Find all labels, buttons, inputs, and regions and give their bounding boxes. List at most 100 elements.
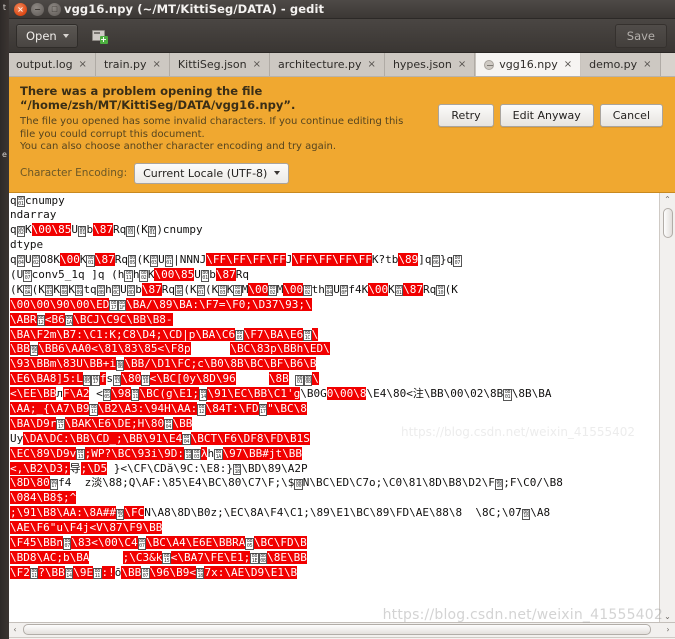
tab-kittiseg-json[interactable]: KittiSeg.json × — [169, 53, 270, 76]
retry-button[interactable]: Retry — [438, 104, 494, 127]
text-line: (U 80 07 conv5_1q ]q (h 80 11 h 80 02 K\00\85U 80 0… — [10, 267, 657, 283]
horizontal-scrollbar-thumb[interactable] — [23, 624, 651, 635]
cancel-button[interactable]: Cancel — [599, 104, 663, 127]
tab-label: demo.py — [589, 58, 638, 71]
control-char-glyph: 88 05 — [235, 329, 244, 342]
invalid-char-highlight: \BD8\AC;b\BA — [10, 550, 90, 564]
text-run: U — [25, 253, 32, 267]
text-run: s — [106, 372, 113, 386]
save-button[interactable]: Save — [614, 24, 667, 48]
new-document-icon: + — [91, 29, 108, 44]
text-run: h — [132, 267, 140, 281]
invalid-char-highlight: \E6\BA8]5:L — [10, 372, 83, 386]
invalid-char-highlight: \BA\F2m\B7:\C1:K;C8\D4;\CD|p\BA\C6 — [10, 327, 236, 341]
character-encoding-select[interactable]: Current Locale (UTF-8) — [134, 162, 290, 184]
tab-close-icon[interactable]: × — [153, 59, 161, 70]
edit-anyway-button[interactable]: Edit Anyway — [499, 104, 594, 127]
close-window-button[interactable]: × — [14, 3, 27, 16]
text-run: \BC\89\FD\AE\88\8 — [349, 506, 463, 520]
control-char-glyph: 88 08 — [303, 374, 313, 386]
text-line: \F45\BBn 88 07 \83<\00\C4 88 07 \BC\A4\E6E\BBR… — [10, 535, 657, 551]
control-char-glyph: 80 07 — [453, 255, 462, 267]
character-encoding-row: Character Encoding: Current Locale (UTF-… — [20, 162, 665, 184]
invalid-char-highlight: \84T:\FD — [205, 401, 259, 415]
control-char-glyph: 88 1C — [303, 329, 312, 342]
vertical-scrollbar-thumb[interactable] — [663, 207, 673, 238]
invalid-char-highlight: \00\85 — [31, 223, 72, 237]
tab-close-icon[interactable]: × — [253, 59, 261, 70]
text-run: (K — [183, 282, 197, 296]
invalid-char-highlight: ;\91\B8\AA:\8A## — [10, 506, 116, 520]
minimize-window-button[interactable]: − — [31, 3, 44, 16]
invalid-char-highlight: \8E\BB — [267, 550, 307, 564]
invalid-char-highlight: <\BA7\FE\E1; — [170, 550, 251, 564]
control-char-glyph: 80 08 — [233, 285, 242, 297]
tab-architecture-py[interactable]: architecture.py × — [269, 53, 385, 76]
invalid-char-highlight: \F7\BA\E6 — [243, 327, 304, 341]
control-char-glyph: 88 14 — [64, 568, 74, 580]
text-run: \B0G — [300, 387, 327, 401]
invalid-char-highlight: 0\00\8 — [326, 387, 367, 401]
window-title: vgg16.npy (~/MT/KittiSeg/DATA) - gedit — [64, 2, 325, 16]
control-char-glyph: 80 03 — [126, 225, 135, 237]
tab-vgg16-npy[interactable]: vgg16.npy × — [475, 53, 582, 76]
text-view[interactable]: q 80 01 cnumpy ndarray q 80 02 K\00\85U 80 01 b\87R… — [8, 193, 657, 581]
scroll-down-icon[interactable]: ⌄ — [660, 610, 675, 622]
text-run: K — [68, 282, 76, 296]
tab-close-icon[interactable]: × — [643, 59, 651, 70]
text-run: K — [388, 282, 395, 296]
text-line: \93\BBm\83U\BB+i 88 0B \BB/\D1\FC;c\B0\8B\B… — [10, 357, 657, 372]
infobar-buttons: Retry Edit Anyway Cancel — [438, 84, 665, 127]
text-line: <\EE\BBлF\A2 <88 05 \98 88 11 \BC(g\E1; 88 14 \9… — [10, 387, 657, 402]
invalid-char-highlight: \87 — [94, 253, 115, 267]
text-run: U — [71, 223, 79, 237]
control-char-glyph: 88 1C — [89, 404, 98, 416]
open-button-label: Open — [26, 29, 57, 43]
invalid-char-highlight: \ — [311, 327, 319, 341]
text-run: )cnumpy — [156, 223, 203, 237]
tab-close-icon[interactable]: × — [79, 59, 87, 70]
control-char-glyph: 88 16 — [141, 374, 150, 386]
invalid-char-highlight: \BB — [172, 416, 193, 430]
tab-output-log[interactable]: output.log × — [8, 53, 96, 76]
control-char-glyph: 88 03 — [192, 449, 201, 461]
control-char-glyph: 88 17 — [91, 374, 100, 386]
unity-launcher-strip[interactable]: t e — [0, 0, 9, 639]
control-char-glyph: 80 02 — [268, 285, 277, 297]
text-run: \02\8B — [463, 387, 504, 401]
invalid-char-highlight: \F2 — [10, 565, 30, 579]
scroll-up-icon[interactable]: ⌃ — [660, 193, 675, 206]
tab-demo-py[interactable]: demo.py × — [581, 53, 661, 76]
text-run: Rq — [423, 282, 437, 296]
control-char-glyph: 80 02 — [16, 225, 26, 237]
invalid-char-highlight: \00 — [368, 282, 389, 296]
tab-close-icon[interactable]: × — [368, 59, 376, 70]
tab-close-icon[interactable]: × — [564, 59, 572, 70]
maximize-window-button[interactable]: □ — [48, 3, 61, 16]
invalid-char-highlight: ;\D5 — [80, 461, 108, 475]
tab-close-icon[interactable]: × — [458, 59, 466, 70]
invalid-char-highlight: \EC\89\D9v — [10, 446, 77, 460]
horizontal-scrollbar[interactable]: ‹ › — [8, 622, 675, 638]
control-char-glyph: 88 12 — [36, 315, 45, 327]
text-run: 注 — [412, 387, 424, 401]
vertical-scrollbar[interactable]: ⌃ ⌄ — [659, 192, 675, 622]
tab-hypes-json[interactable]: hypes.json × — [384, 53, 476, 76]
tab-train-py[interactable]: train.py × — [95, 53, 170, 76]
text-run: (K — [205, 282, 219, 296]
chevron-down-icon — [62, 34, 69, 38]
text-line: \BD8\AC;b\BA ;\C3&k 88 15 <\BA7\FE\E1; 88 1E 8… — [10, 550, 657, 566]
control-char-glyph: 88 05 — [82, 374, 92, 386]
control-char-glyph: 88 07 — [137, 538, 147, 550]
scroll-left-icon[interactable]: ‹ — [8, 623, 22, 637]
new-document-button[interactable]: + — [86, 24, 112, 48]
control-char-glyph: 80 01 — [394, 285, 404, 297]
control-char-glyph: 88 07 — [141, 568, 150, 580]
text-run: (K — [134, 223, 148, 237]
tab-label: vgg16.npy — [499, 58, 558, 71]
text-run: }q — [439, 253, 454, 267]
horizontal-scrollbar-track[interactable] — [23, 624, 660, 635]
scroll-right-icon[interactable]: › — [661, 623, 675, 637]
text-run: (K — [10, 282, 24, 296]
open-button[interactable]: Open — [16, 24, 78, 48]
